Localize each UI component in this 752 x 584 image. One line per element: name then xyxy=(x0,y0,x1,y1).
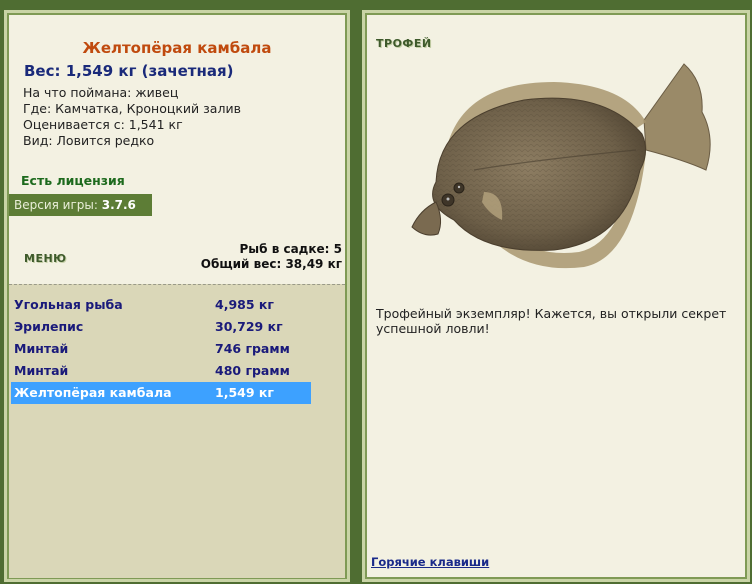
version-number: 3.7.6 xyxy=(101,198,136,212)
keepnet-count: Рыб в садке: 5 xyxy=(239,242,343,256)
fish-value: Оценивается с: 1,541 кг xyxy=(23,117,183,132)
game-version: Версия игры: 3.7.6 xyxy=(9,194,152,216)
fish-info-panel: Желтопёрая камбала Вес: 1,549 кг (зачетн… xyxy=(4,10,350,582)
catch-row[interactable]: Минтай 480 грамм xyxy=(11,360,311,382)
hotkeys-link[interactable]: Горячие клавиши xyxy=(371,555,489,569)
menu-button[interactable]: МЕНЮ xyxy=(24,252,67,265)
catch-row[interactable]: Желтопёрая камбала 1,549 кг xyxy=(11,382,311,404)
fish-kind: Вид: Ловится редко xyxy=(23,133,155,148)
trophy-description: Трофейный экземпляр! Кажется, вы открыли… xyxy=(376,306,727,336)
catch-row[interactable]: Эрилепис 30,729 кг xyxy=(11,316,311,338)
trophy-panel: ТРОФЕЙ Трофейный экземпляр! Кажется, вы … xyxy=(362,10,750,582)
keepnet-total-weight: Общий вес: 38,49 кг xyxy=(200,257,342,271)
catch-fish-name: Минтай xyxy=(14,363,69,378)
fish-weight: Вес: 1,549 кг (зачетная) xyxy=(24,62,234,80)
catch-fish-weight: 30,729 кг xyxy=(215,319,283,334)
catch-fish-weight: 480 грамм xyxy=(215,363,290,378)
fish-place: Где: Камчатка, Кроноцкий залив xyxy=(23,101,241,116)
catch-list: Угольная рыба 4,985 кг Эрилепис 30,729 к… xyxy=(9,284,345,578)
catch-row[interactable]: Минтай 746 грамм xyxy=(11,338,311,360)
catch-fish-weight: 1,549 кг xyxy=(215,385,274,400)
catch-fish-weight: 4,985 кг xyxy=(215,297,274,312)
fish-bait: На что поймана: живец xyxy=(23,85,179,100)
fish-title: Желтопёрая камбала xyxy=(82,39,272,57)
catch-fish-weight: 746 грамм xyxy=(215,341,290,356)
license-status: Есть лицензия xyxy=(21,173,125,188)
catch-fish-name: Желтопёрая камбала xyxy=(14,385,172,400)
version-label: Версия игры: xyxy=(14,198,98,212)
flounder-image xyxy=(411,63,711,269)
catch-fish-name: Минтай xyxy=(14,341,69,356)
keepnet-info: Рыб в садке: 5 Общий вес: 38,49 кг xyxy=(201,242,342,272)
catch-fish-name: Угольная рыба xyxy=(14,297,123,312)
catch-row[interactable]: Угольная рыба 4,985 кг xyxy=(11,294,311,316)
catch-fish-name: Эрилепис xyxy=(14,319,84,334)
